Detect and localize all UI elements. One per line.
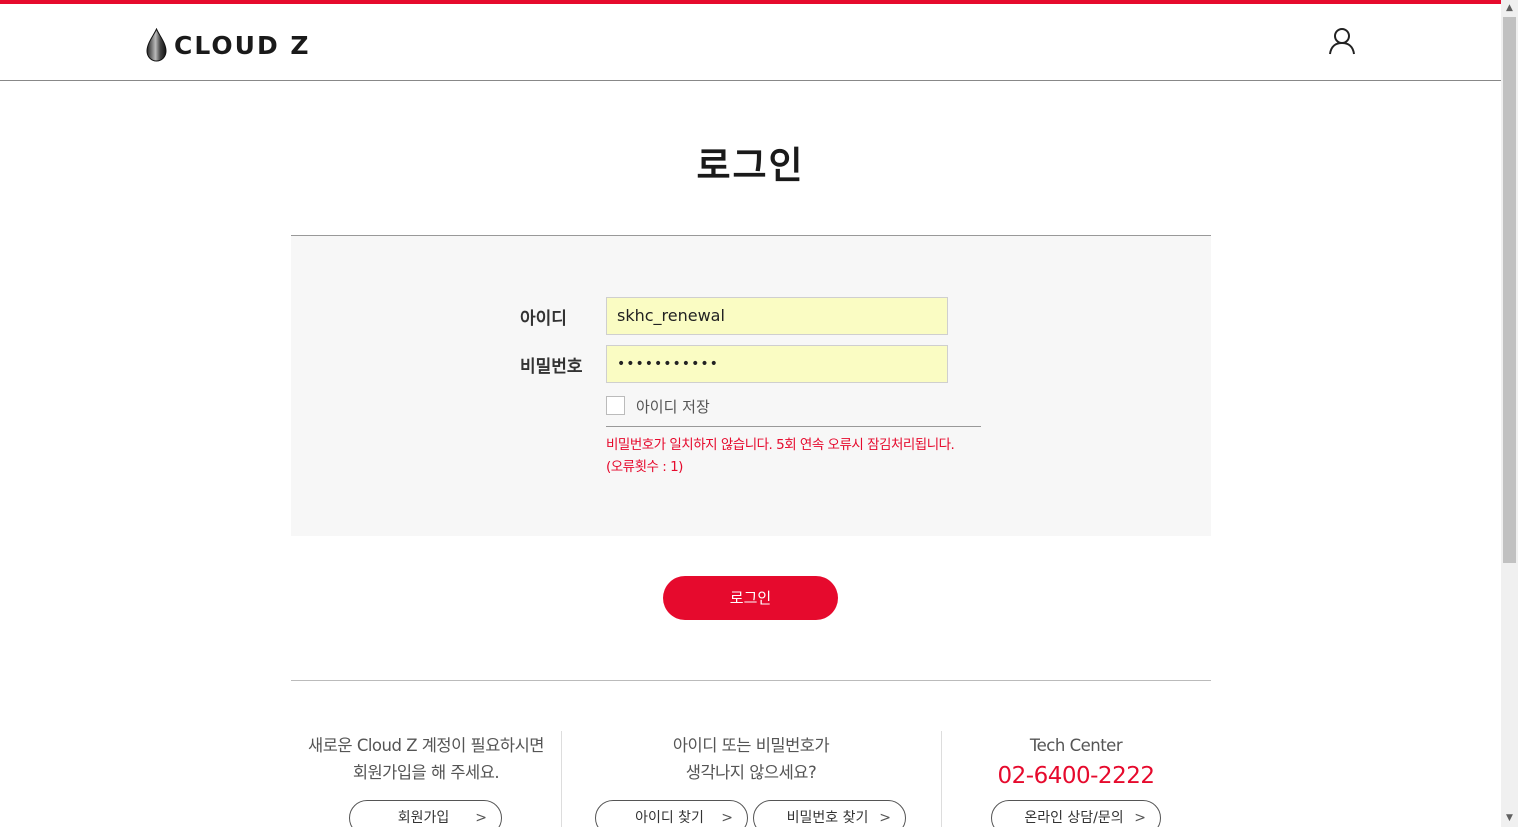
password-input[interactable]: •••••••••••: [606, 345, 948, 383]
error-divider: [606, 426, 981, 427]
drop-logo-icon: [146, 28, 167, 62]
error-line-1: 비밀번호가 일치하지 않습니다. 5회 연속 오류시 잠김처리됩니다.: [606, 437, 955, 453]
section-divider: [291, 680, 1211, 681]
signup-text-2: 회원가입을 해 주세요.: [352, 763, 500, 782]
tech-center-phone[interactable]: 02-6400-2222: [941, 759, 1211, 793]
signup-text-1: 새로운 Cloud Z 계정이 필요하시면: [308, 736, 544, 755]
scroll-up-icon[interactable]: ▲: [1501, 0, 1518, 17]
find-account-section: 아이디 또는 비밀번호가 생각나지 않으세요?: [561, 732, 941, 786]
vertical-scrollbar[interactable]: ▲ ▼: [1501, 0, 1518, 827]
online-inquiry-button[interactable]: 온라인 상담/문의 >: [991, 800, 1161, 827]
logo-text: CLOUD Z: [174, 30, 311, 60]
error-line-2: (오류횟수 : 1): [606, 459, 683, 475]
id-input[interactable]: skhc_renewal: [606, 297, 948, 335]
id-label: 아이디: [520, 309, 567, 329]
save-id-checkbox[interactable]: [606, 396, 625, 415]
find-password-button[interactable]: 비밀번호 찾기 >: [753, 800, 906, 827]
find-text-2: 생각나지 않으세요?: [685, 763, 817, 782]
signup-button-label: 회원가입: [397, 810, 450, 826]
online-inquiry-button-label: 온라인 상담/문의: [1024, 810, 1124, 826]
scroll-thumb[interactable]: [1503, 17, 1516, 563]
password-label: 비밀번호: [520, 357, 583, 377]
chevron-right-icon: >: [475, 810, 487, 826]
save-id-label[interactable]: 아이디 저장: [636, 396, 710, 417]
chevron-right-icon: >: [1134, 810, 1146, 826]
chevron-right-icon: >: [721, 810, 733, 826]
cloud-z-logo[interactable]: CLOUD Z: [146, 28, 311, 62]
signup-section: 새로운 Cloud Z 계정이 필요하시면 회원가입을 해 주세요.: [291, 732, 561, 786]
signup-button[interactable]: 회원가입 >: [349, 800, 502, 827]
scroll-down-icon[interactable]: ▼: [1501, 810, 1518, 827]
user-icon[interactable]: [1327, 26, 1357, 56]
tech-center-title: Tech Center: [1029, 736, 1123, 755]
page-title: 로그인: [696, 144, 805, 187]
tech-center-section: Tech Center 02-6400-2222: [941, 732, 1211, 793]
site-header: CLOUD Z: [0, 4, 1501, 81]
error-message: 비밀번호가 일치하지 않습니다. 5회 연속 오류시 잠김처리됩니다. (오류횟…: [606, 434, 1006, 478]
find-text-1: 아이디 또는 비밀번호가: [672, 736, 830, 755]
find-id-button[interactable]: 아이디 찾기 >: [595, 800, 748, 827]
chevron-right-icon: >: [879, 810, 891, 826]
login-button[interactable]: 로그인: [663, 576, 838, 620]
find-password-button-label: 비밀번호 찾기: [786, 810, 869, 826]
find-id-button-label: 아이디 찾기: [635, 810, 704, 826]
login-form-panel: 아이디 skhc_renewal 비밀번호 ••••••••••• 아이디 저장…: [291, 235, 1211, 536]
